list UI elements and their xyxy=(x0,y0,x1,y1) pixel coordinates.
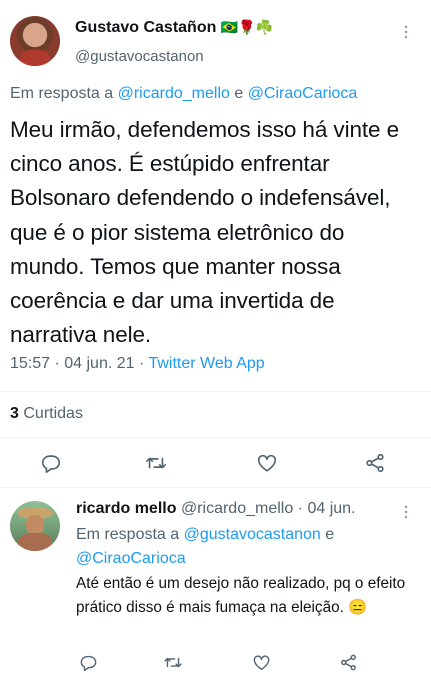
heart-icon[interactable] xyxy=(250,651,272,673)
main-author-name[interactable]: Gustavo Castañon 🇧🇷🌹☘️ xyxy=(75,19,273,37)
share-icon[interactable] xyxy=(362,450,388,476)
reply-mention-cirao[interactable]: @CiraoCarioca xyxy=(76,550,186,567)
heart-icon[interactable] xyxy=(254,450,280,476)
tweet-timestamp: 15:57 · 04 jun. 21 · Twitter Web App xyxy=(10,355,265,372)
more-vertical-icon[interactable] xyxy=(396,502,416,522)
reply-icon[interactable] xyxy=(38,450,64,476)
tweet-source-link[interactable]: Twitter Web App xyxy=(148,355,264,372)
reply-mention-gustavo[interactable]: @gustavocastanon xyxy=(184,526,321,543)
expressionless-emoji: 😑 xyxy=(348,599,368,616)
reply-tweet-text: Até então é um desejo não realizado, pq … xyxy=(76,575,406,616)
reply-mention-ricardo[interactable]: @ricardo_mello xyxy=(118,85,230,102)
divider xyxy=(0,437,431,438)
reply-author-handle[interactable]: @ricardo_mello xyxy=(181,500,293,517)
reply-author-avatar[interactable] xyxy=(10,501,60,551)
main-author-handle[interactable]: @gustavocastanon xyxy=(75,48,204,65)
reply-date: · 04 jun. xyxy=(297,500,356,517)
main-author-avatar[interactable] xyxy=(10,16,60,66)
divider xyxy=(0,391,431,392)
reply-tweet-context: Em resposta a @gustavocastanon e @CiraoCa… xyxy=(76,526,335,567)
reply-author-name[interactable]: ricardo mello xyxy=(76,500,176,517)
share-icon[interactable] xyxy=(337,651,359,673)
retweet-icon[interactable] xyxy=(162,651,184,673)
retweet-icon[interactable] xyxy=(143,450,169,476)
reply-icon[interactable] xyxy=(77,651,99,673)
main-tweet-text: Meu irmão, defendemos isso há vinte e ci… xyxy=(10,117,400,348)
likes-count[interactable]: 3 Curtidas xyxy=(10,405,83,423)
more-vertical-icon[interactable] xyxy=(396,22,416,42)
divider xyxy=(0,487,431,488)
reply-author-line: ricardo mello @ricardo_mello · 04 jun. xyxy=(76,500,355,518)
reply-mention-cirao[interactable]: @CiraoCarioca xyxy=(248,85,358,102)
author-badges: 🇧🇷🌹☘️ xyxy=(220,19,274,35)
reply-context: Em resposta a @ricardo_mello e @CiraoCar… xyxy=(10,85,358,102)
